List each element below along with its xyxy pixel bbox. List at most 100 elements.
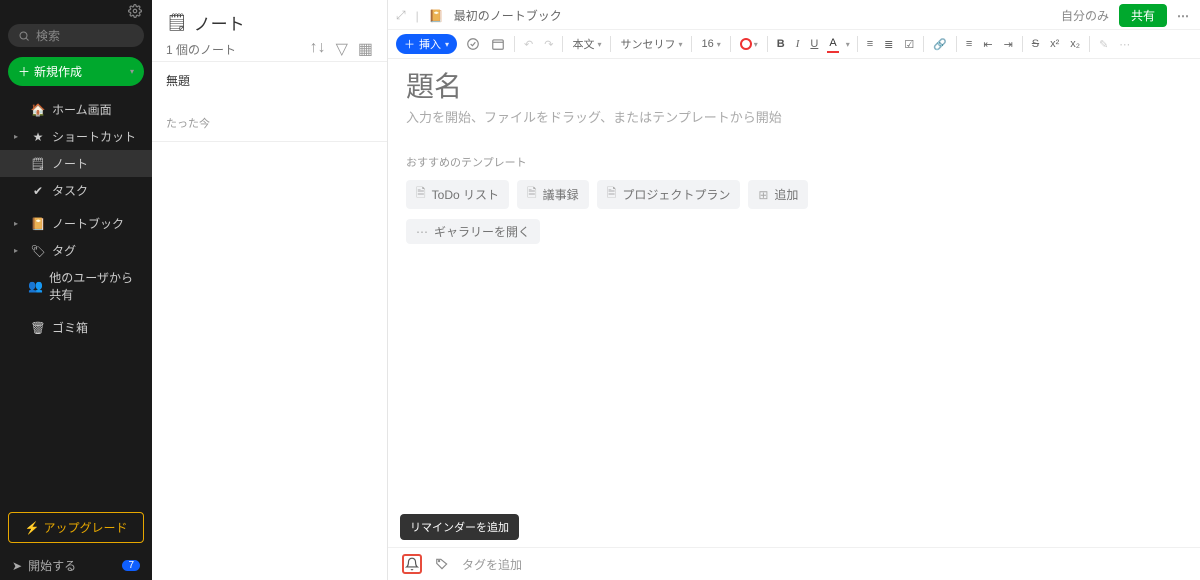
redo-button[interactable]: ↷ [542,36,555,53]
view-icon[interactable]: ▦ [358,39,373,59]
sidebar-item-home[interactable]: 🏠 ホーム画面 [0,96,152,123]
sidebar-item-shared[interactable]: 👥 他のユーザから共有 [0,264,152,308]
document-icon: 🗎 [527,184,537,205]
separator [514,36,515,52]
font-color-button[interactable]: A [827,36,838,53]
tag-button[interactable] [432,554,452,574]
upgrade-label: アップグレード [43,519,127,536]
sidebar-item-label: タグ [52,242,76,259]
checklist-button[interactable]: ☑ [902,36,916,53]
insert-label: 挿入 [419,36,441,52]
chevron-down-icon[interactable]: ▾ [846,40,850,49]
more-formatting-button[interactable]: ⋯ [1117,36,1132,53]
reminder-button[interactable]: リマインダーを追加 [402,554,422,574]
italic-button[interactable]: I [794,36,802,52]
share-button[interactable]: 共有 [1119,4,1167,27]
start-label: 開始する [28,557,76,574]
new-button[interactable]: ＋ 新規作成 ▾ [8,57,144,86]
send-icon: ➤ [12,559,22,573]
separator [730,36,731,52]
document-icon: 🗎 [416,184,426,205]
note-body-placeholder[interactable]: 入力を開始、ファイルをドラッグ、またはテンプレートから開始 [406,107,1182,126]
start-link[interactable]: ➤ 開始する [12,557,76,574]
search-icon [18,30,30,42]
expand-icon[interactable]: ⤢ [396,8,406,23]
note-list-item[interactable]: 無題 たった今 [152,61,387,142]
template-project[interactable]: 🗎プロジェクトプラン [597,180,741,209]
filter-icon[interactable]: ▽ [336,39,348,59]
sidebar-item-label: ゴミ箱 [52,319,88,336]
link-button[interactable]: 🔗 [931,36,949,53]
separator [610,36,611,52]
check-icon: ✔ [30,184,46,198]
sidebar-item-notes[interactable]: 🗒 ノート [0,150,152,177]
separator [562,36,563,52]
plus-icon: ＋ [18,63,30,80]
visibility-label[interactable]: 自分のみ [1061,7,1109,24]
font-family-select[interactable]: サンセリフ▾ [618,34,684,54]
sidebar-item-tags[interactable]: ▸🏷 タグ [0,237,152,264]
numbered-list-button[interactable]: ≣ [882,36,895,53]
sidebar-item-trash[interactable]: 🗑 ゴミ箱 [0,314,152,341]
separator [857,36,858,52]
notification-badge[interactable]: 7 [122,560,140,571]
template-gallery[interactable]: ⋯ギャラリーを開く [406,219,540,244]
sidebar-item-label: ノート [52,155,88,172]
underline-button[interactable]: U [808,36,820,52]
document-icon: 🗎 [607,184,617,205]
clear-formatting-button[interactable]: ✎ [1097,36,1110,53]
superscript-button[interactable]: x² [1048,36,1061,52]
note-item-title: 無題 [166,72,373,89]
note-icon: 🗒 [30,157,46,171]
tag-input[interactable]: タグを追加 [462,556,522,573]
sidebar-item-notebooks[interactable]: ▸ 📔 ノートブック [0,210,152,237]
sidebar-item-label: ノートブック [52,215,124,232]
gear-icon[interactable] [128,4,142,18]
separator [923,36,924,52]
sidebar-item-tasks[interactable]: ✔ タスク [0,177,152,204]
paragraph-style-select[interactable]: 本文▾ [570,34,603,54]
trash-icon: 🗑 [30,321,46,335]
ai-button[interactable] [464,35,482,53]
home-icon: 🏠 [30,103,46,117]
notebook-icon: 📔 [30,217,46,231]
search-input[interactable]: 検索 [8,24,144,47]
more-icon[interactable]: ⋯ [1177,9,1190,23]
calendar-button[interactable] [489,35,507,53]
strikethrough-button[interactable]: S [1030,36,1041,52]
note-title-input[interactable] [406,71,1182,103]
template-meeting[interactable]: 🗎議事録 [517,180,589,209]
separator [767,36,768,52]
sidebar-item-label: ホーム画面 [52,101,112,118]
text-color-button[interactable]: ▾ [738,36,760,52]
sidebar-item-label: 他のユーザから共有 [49,269,138,303]
font-size-select[interactable]: 16▾ [699,36,722,52]
notebook-icon: 📔 [429,9,444,23]
plus-icon: ＋ [404,36,415,52]
subscript-button[interactable]: x₂ [1068,36,1082,52]
bold-button[interactable]: B [775,36,787,52]
bulleted-list-button[interactable]: ≡ [865,36,875,52]
separator [1089,36,1090,52]
expand-icon[interactable]: ▸ [14,219,24,228]
expand-icon[interactable]: ▸ [14,132,24,141]
outdent-button[interactable]: ⇥ [1002,36,1015,53]
sidebar-item-label: タスク [52,182,88,199]
template-add[interactable]: ⊞追加 [748,180,808,209]
reminder-tooltip: リマインダーを追加 [400,514,519,540]
chevron-down-icon: ▾ [445,40,449,49]
sort-icon[interactable]: ↑↓ [310,39,326,59]
insert-button[interactable]: ＋ 挿入 ▾ [396,34,457,54]
indent-button[interactable]: ⇤ [981,36,994,53]
template-todo[interactable]: 🗎ToDo リスト [406,180,509,209]
lightning-icon: ⚡ [25,521,40,535]
separator [1022,36,1023,52]
chevron-down-icon: ▾ [597,40,601,49]
sidebar-item-shortcuts[interactable]: ▸★ ショートカット [0,123,152,150]
chevron-down-icon: ▾ [130,67,134,76]
expand-icon[interactable]: ▸ [14,246,24,255]
undo-button[interactable]: ↶ [522,36,535,53]
upgrade-button[interactable]: ⚡ アップグレード [8,512,144,543]
notebook-name[interactable]: 最初のノートブック [454,7,562,24]
align-left-button[interactable]: ≡ [964,36,974,52]
